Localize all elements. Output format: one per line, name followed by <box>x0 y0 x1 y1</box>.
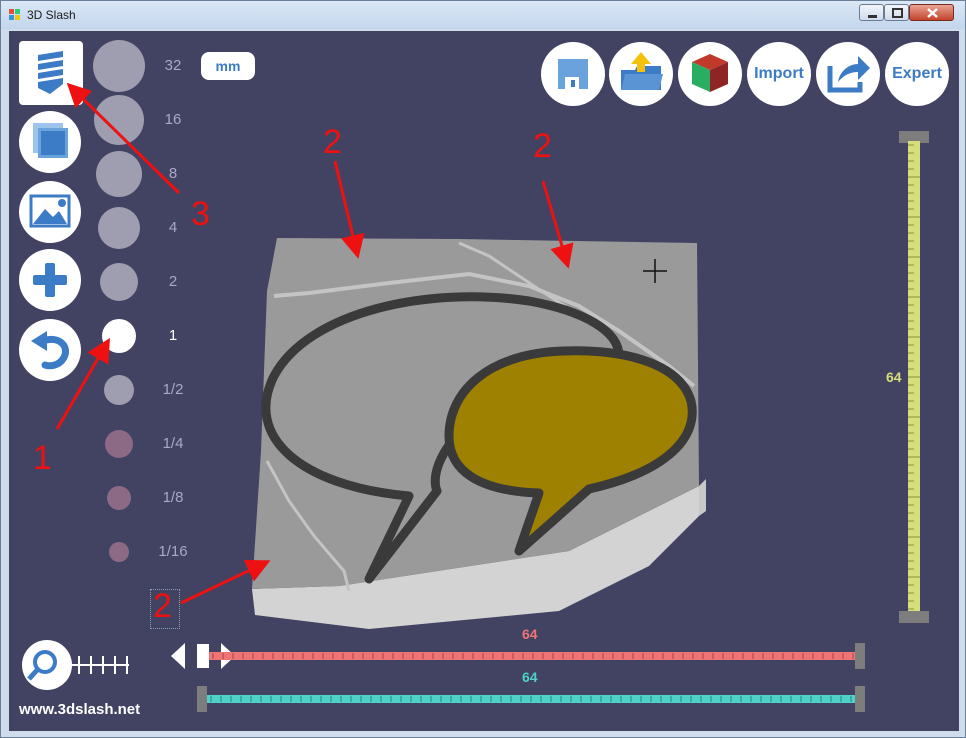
annotation-2-bottom: 2 <box>153 587 172 625</box>
maximize-button[interactable] <box>884 4 909 21</box>
annotation-2-top-left: 2 <box>323 123 342 161</box>
minimize-button[interactable] <box>859 4 884 21</box>
title-bar: 3D Slash <box>1 1 965 29</box>
annotation-arrows <box>55 82 574 605</box>
maximize-icon <box>892 8 903 18</box>
workspace-canvas[interactable]: 32 16 8 4 2 1 1/2 1/4 1/8 1/16 mm Import… <box>9 31 959 731</box>
app-window: 3D Slash 32 16 8 4 2 1 1/2 1/4 1/8 1/16 … <box>0 0 966 738</box>
close-icon <box>927 8 938 18</box>
annotation-2-top-right: 2 <box>533 127 552 165</box>
annotation-3: 3 <box>191 195 210 233</box>
window-title: 3D Slash <box>27 8 76 22</box>
minimize-icon <box>868 15 877 18</box>
annotation-1: 1 <box>33 439 52 477</box>
close-button[interactable] <box>909 4 954 21</box>
app-logo-icon <box>9 9 20 20</box>
